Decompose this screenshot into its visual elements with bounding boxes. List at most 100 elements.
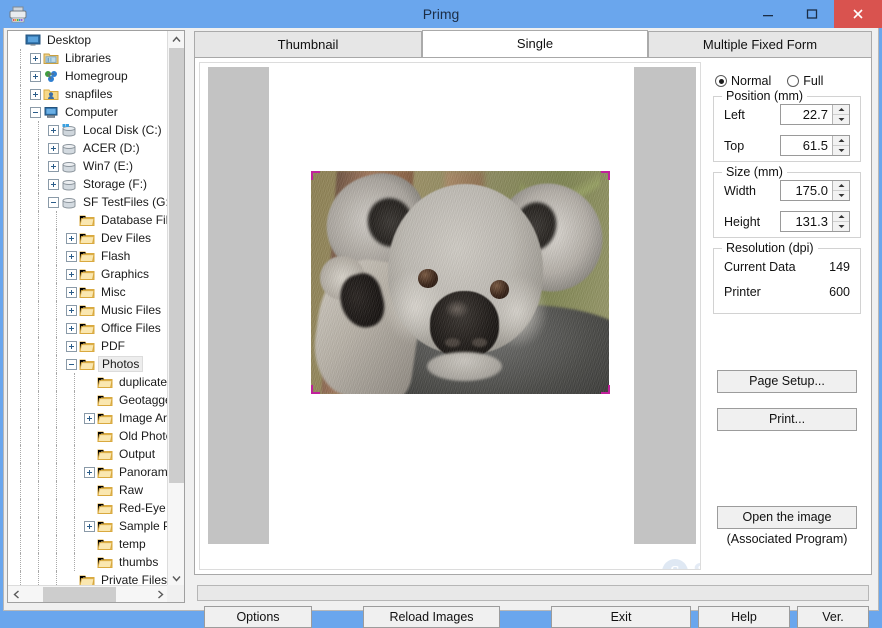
radio-normal[interactable]: Normal [715, 74, 771, 88]
tree-item[interactable]: snapfiles [8, 85, 169, 103]
tree-item[interactable]: Music Files [8, 301, 169, 319]
tree-item[interactable]: Misc [8, 283, 169, 301]
chevron-left-icon[interactable] [8, 586, 25, 602]
version-button[interactable]: Ver. [797, 606, 869, 628]
top-stepper[interactable]: 61.5 [780, 135, 850, 156]
tree-item[interactable]: PDF [8, 337, 169, 355]
tab-thumbnail[interactable]: Thumbnail [194, 31, 422, 57]
left-spin-buttons[interactable] [832, 105, 849, 124]
tree-item[interactable]: Office Files [8, 319, 169, 337]
selection-handle-bottom-right[interactable] [601, 385, 610, 394]
help-button[interactable]: Help [698, 606, 790, 628]
height-value[interactable]: 131.3 [781, 212, 832, 231]
tree-item[interactable]: Database Files [8, 211, 169, 229]
tree-item[interactable]: Computer [8, 103, 169, 121]
tree-item[interactable]: Photos [8, 355, 169, 373]
chevron-up-icon[interactable] [168, 31, 184, 48]
tree-item[interactable]: SF TestFiles (G:) [8, 193, 169, 211]
maximize-button[interactable] [790, 0, 834, 28]
tree-item[interactable]: duplicates [8, 373, 169, 391]
tree-item[interactable]: temp [8, 535, 169, 553]
tree-item[interactable]: Storage (F:) [8, 175, 169, 193]
tree-item[interactable]: Old Photos [8, 427, 169, 445]
tree-item[interactable]: Raw [8, 481, 169, 499]
expand-icon[interactable] [84, 520, 95, 532]
spin-up-icon[interactable] [833, 181, 849, 191]
expand-icon[interactable] [66, 322, 77, 334]
expand-icon[interactable] [66, 268, 77, 280]
spin-down-icon[interactable] [833, 222, 849, 232]
tree-item[interactable]: Output [8, 445, 169, 463]
top-spin-buttons[interactable] [832, 136, 849, 155]
exit-button[interactable]: Exit [551, 606, 691, 628]
collapse-icon[interactable] [48, 196, 59, 208]
tree-item[interactable]: ACER (D:) [8, 139, 169, 157]
tab-single[interactable]: Single [422, 30, 648, 57]
top-value[interactable]: 61.5 [781, 136, 832, 155]
height-stepper[interactable]: 131.3 [780, 211, 850, 232]
selection-handle-top-left[interactable] [311, 171, 320, 180]
tree-item[interactable]: Flash [8, 247, 169, 265]
expand-icon[interactable] [48, 160, 59, 172]
expand-icon[interactable] [48, 142, 59, 154]
selection-handle-top-right[interactable] [601, 171, 610, 180]
selection-handle-bottom-left[interactable] [311, 385, 320, 394]
minimize-button[interactable] [746, 0, 790, 28]
width-spin-buttons[interactable] [832, 181, 849, 200]
options-button[interactable]: Options [204, 606, 312, 628]
width-stepper[interactable]: 175.0 [780, 180, 850, 201]
expand-icon[interactable] [66, 250, 77, 262]
tree-item[interactable]: Red-Eye [8, 499, 169, 517]
expand-icon[interactable] [66, 304, 77, 316]
tree-item[interactable]: Local Disk (C:) [8, 121, 169, 139]
expand-icon[interactable] [48, 124, 59, 136]
expand-icon[interactable] [66, 340, 77, 352]
expand-icon[interactable] [66, 286, 77, 298]
tree-item[interactable]: thumbs [8, 553, 169, 571]
spin-up-icon[interactable] [833, 136, 849, 146]
expand-icon[interactable] [48, 178, 59, 190]
tab-multiple-fixed-form[interactable]: Multiple Fixed Form [648, 31, 872, 57]
tree-vertical-scrollbar[interactable] [167, 31, 184, 587]
spin-down-icon[interactable] [833, 115, 849, 125]
spin-down-icon[interactable] [833, 191, 849, 201]
tree-vscroll-thumb[interactable] [169, 48, 184, 483]
tree-item[interactable]: Sample Pict [8, 517, 169, 535]
tree-indent [8, 427, 84, 445]
tree-item[interactable]: Image Arch [8, 409, 169, 427]
left-value[interactable]: 22.7 [781, 105, 832, 124]
tree-item[interactable]: Dev Files [8, 229, 169, 247]
left-stepper[interactable]: 22.7 [780, 104, 850, 125]
expand-icon[interactable] [30, 52, 41, 64]
tree-item[interactable]: Geotagged [8, 391, 169, 409]
expand-icon[interactable] [84, 412, 95, 424]
tree-item[interactable]: Win7 (E:) [8, 157, 169, 175]
tree-horizontal-scrollbar[interactable] [8, 585, 169, 602]
tree-item[interactable]: Desktop [8, 31, 169, 49]
expand-icon[interactable] [66, 232, 77, 244]
preview-image-koala[interactable] [311, 171, 609, 394]
reload-images-button[interactable]: Reload Images [363, 606, 500, 628]
expand-icon[interactable] [84, 466, 95, 478]
page-setup-button[interactable]: Page Setup... [717, 370, 857, 393]
close-button[interactable] [834, 0, 882, 28]
expand-icon[interactable] [30, 70, 41, 82]
expand-icon[interactable] [30, 88, 41, 100]
height-spin-buttons[interactable] [832, 212, 849, 231]
spin-down-icon[interactable] [833, 146, 849, 156]
print-preview[interactable]: S SnapFiles [199, 62, 701, 570]
collapse-icon[interactable] [66, 358, 77, 370]
spin-up-icon[interactable] [833, 105, 849, 115]
width-value[interactable]: 175.0 [781, 181, 832, 200]
tree-item[interactable]: Graphics [8, 265, 169, 283]
collapse-icon[interactable] [30, 106, 41, 118]
print-button[interactable]: Print... [717, 408, 857, 431]
tree-hscroll-thumb[interactable] [43, 587, 116, 602]
spin-up-icon[interactable] [833, 212, 849, 222]
tree-item[interactable]: Panoramas [8, 463, 169, 481]
radio-full[interactable]: Full [787, 74, 823, 88]
folder-tree[interactable]: Desktop Libraries Homegroup snapfiles Comput… [8, 31, 169, 587]
open-the-image-button[interactable]: Open the image [717, 506, 857, 529]
tree-item[interactable]: Homegroup [8, 67, 169, 85]
tree-item[interactable]: Libraries [8, 49, 169, 67]
